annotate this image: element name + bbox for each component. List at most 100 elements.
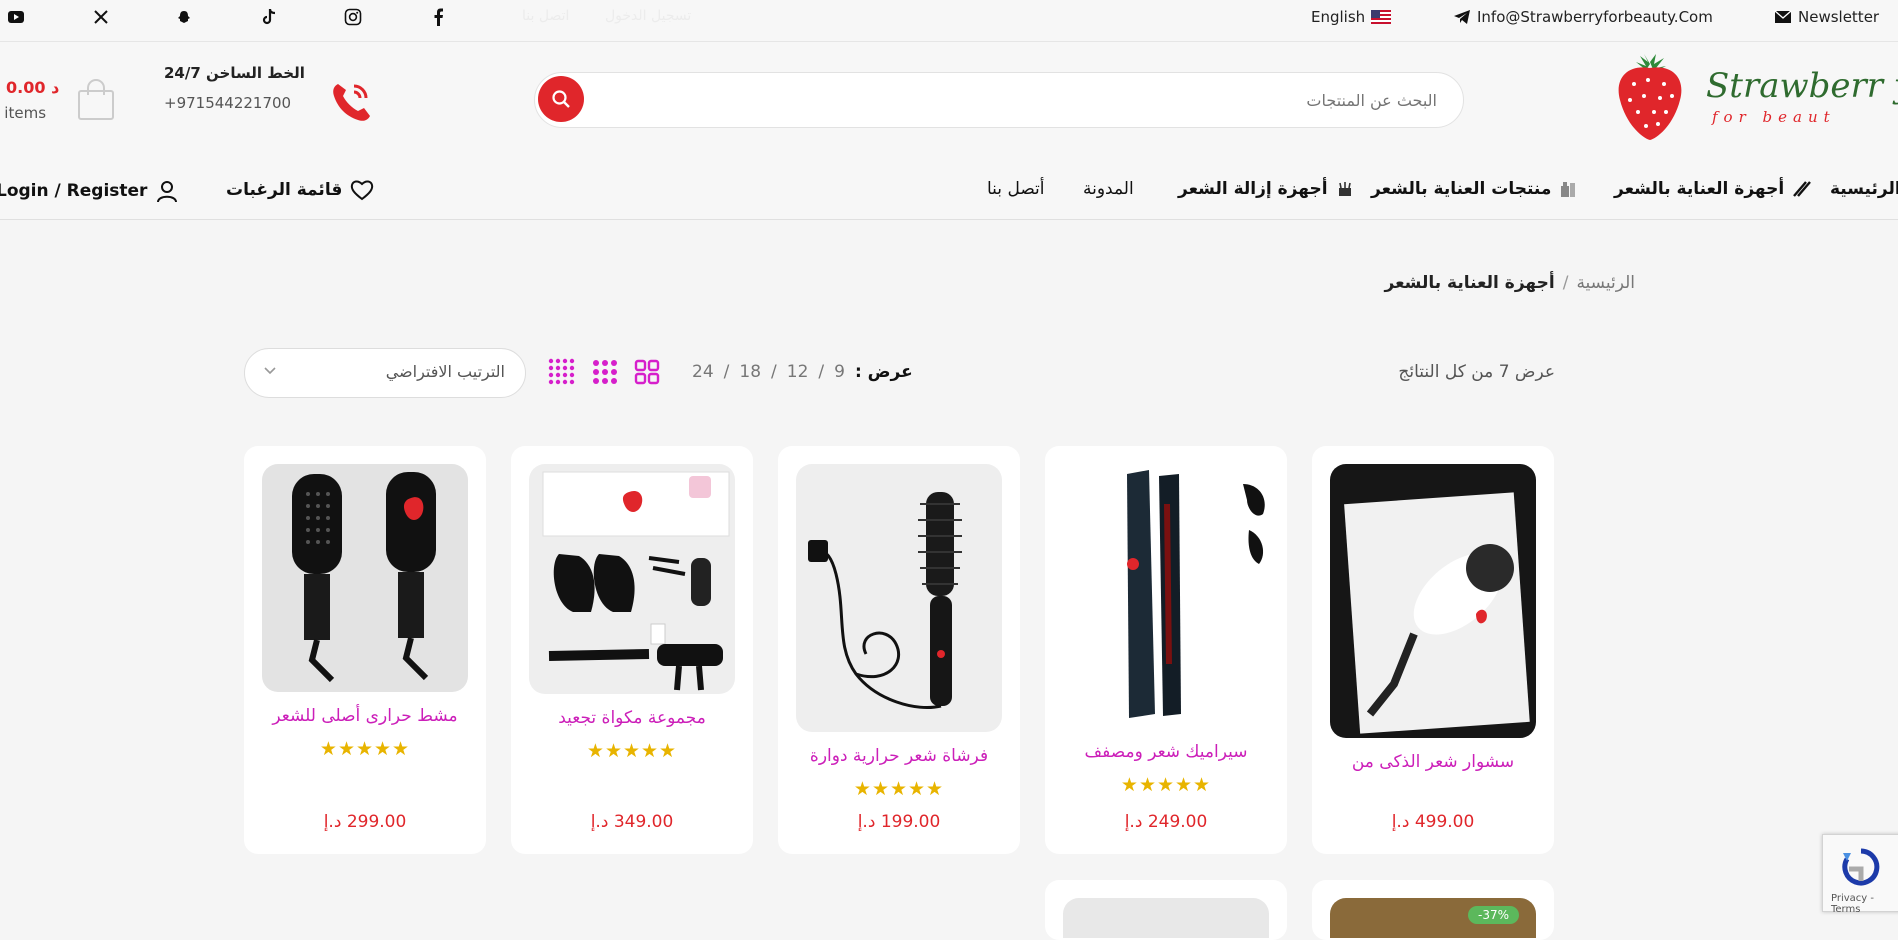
language-label: English: [1311, 8, 1366, 26]
nav-hair-devices[interactable]: أجهزة العناية بالشعر: [1614, 179, 1812, 199]
hotline-title: الخط الساخن 24/7: [164, 64, 305, 82]
hair-removal-icon: [1338, 182, 1351, 196]
newsletter-link[interactable]: Newsletter: [1774, 8, 1879, 26]
language-switcher[interactable]: English: [1311, 8, 1392, 26]
product-title[interactable]: سيراميك شعر ومصفف: [1045, 742, 1287, 762]
product-price: 199.00 د.إ: [857, 812, 941, 832]
logo-tagline: for beaut: [1712, 108, 1836, 126]
instagram-icon[interactable]: [343, 7, 363, 27]
breadcrumb-home[interactable]: الرئيسية: [1576, 273, 1635, 293]
rating-stars: ★★★★★: [1120, 774, 1212, 796]
breadcrumb: الرئيسية / أجهزة العناية بالشعر: [1385, 273, 1636, 293]
search-input[interactable]: [635, 73, 1439, 127]
grid-2-columns-icon[interactable]: [634, 359, 660, 385]
search-bar: [534, 72, 1464, 128]
telegram-icon: [1454, 10, 1470, 24]
show-label: عرض :: [854, 362, 913, 382]
email-link[interactable]: Info@Strawberryforbeauty.Com: [1453, 8, 1713, 26]
tiktok-icon[interactable]: [259, 7, 279, 27]
per-page-sep-1: /: [818, 362, 825, 382]
nav-contact-label: أتصل بنا: [987, 179, 1045, 199]
search-icon: [552, 90, 570, 108]
per-page-sep-2: /: [771, 362, 777, 382]
grid-4-columns-icon[interactable]: [548, 358, 576, 386]
nav-hair-removal[interactable]: أجهزة إزالة الشعر: [1178, 179, 1354, 199]
email-text: Info@Strawberryforbeauty.Com: [1477, 8, 1713, 26]
product-title[interactable]: مشط حرارى أصلى للشعر: [244, 706, 486, 726]
shopping-bag-icon[interactable]: [76, 79, 116, 121]
nav-blog-label: المدونة: [1083, 179, 1134, 199]
product-card[interactable]: سشوار شعر الذكى من 499.00 د.إ: [1312, 446, 1554, 854]
product-price: 499.00 د.إ: [1391, 812, 1475, 832]
faded-link-2[interactable]: تسجيل الدخول: [605, 8, 691, 24]
sort-value: الترتيب الافتراضي: [385, 362, 505, 381]
cart-items-count[interactable]: 0 items: [0, 104, 46, 122]
chevron-down-icon: [264, 367, 276, 375]
product-price: 249.00 د.إ: [1124, 812, 1208, 832]
product-image[interactable]: [529, 464, 735, 694]
product-card-partial[interactable]: -37%: [1312, 880, 1554, 940]
nav-hair-removal-label: أجهزة إزالة الشعر: [1178, 179, 1328, 199]
rating-stars: ★★★★★: [319, 738, 411, 760]
breadcrumb-current: أجهزة العناية بالشعر: [1384, 273, 1555, 293]
product-image[interactable]: [1330, 464, 1536, 738]
product-image[interactable]: [1063, 898, 1269, 938]
site-logo[interactable]: Strawberr y for beaut: [1614, 52, 1898, 142]
per-page-12[interactable]: 12: [787, 362, 809, 382]
product-title[interactable]: سشوار شعر الذكى من: [1312, 752, 1554, 772]
product-price: 299.00 د.إ: [323, 812, 407, 832]
product-card[interactable]: فرشاة شعر حرارية دوارة ★★★★★ 199.00 د.إ: [778, 446, 1020, 854]
product-title[interactable]: فرشاة شعر حرارية دوارة: [778, 746, 1020, 766]
per-page-sep-3: /: [723, 362, 730, 382]
per-page-18[interactable]: 18: [739, 362, 761, 382]
snapchat-icon[interactable]: [174, 7, 194, 27]
x-twitter-icon[interactable]: [91, 7, 111, 27]
strawberry-logo-icon: [1618, 54, 1682, 140]
per-page-selector: 24 / 18 / 12 / 9 عرض :: [692, 362, 913, 382]
envelope-icon: [1774, 10, 1792, 23]
product-card[interactable]: مشط حرارى أصلى للشعر ★★★★★ 299.00 د.إ: [244, 446, 486, 854]
grid-3-columns-icon[interactable]: [592, 359, 618, 385]
per-page-9[interactable]: 9: [834, 362, 845, 382]
hair-straightener-icon: [1793, 181, 1812, 197]
breadcrumb-separator: /: [1562, 273, 1569, 293]
nav-home-label: الرئيسية: [1830, 179, 1898, 199]
nav-hair-products[interactable]: منتجات العناية بالشعر: [1371, 179, 1577, 199]
nav-contact[interactable]: أتصل بنا: [987, 179, 1045, 199]
product-card[interactable]: مجموعة مكواة تجعيد ★★★★★ 349.00 د.إ: [511, 446, 753, 854]
grid-view-switcher: [548, 358, 660, 386]
user-icon: [157, 181, 178, 203]
product-image[interactable]: [1063, 464, 1269, 728]
rating-stars: ★★★★★: [853, 778, 945, 800]
wishlist-link[interactable]: قائمة الرغبات: [226, 179, 374, 201]
cart-currency: د: [51, 78, 60, 97]
product-title[interactable]: مجموعة مكواة تجعيد: [511, 708, 753, 728]
discount-badge: -37%: [1468, 906, 1520, 924]
product-image[interactable]: [796, 464, 1002, 732]
product-card[interactable]: سيراميك شعر ومصفف ★★★★★ 249.00 د.إ: [1045, 446, 1287, 854]
nav-home[interactable]: الرئيسية: [1830, 179, 1898, 199]
sort-dropdown[interactable]: الترتيب الافتراضي: [244, 348, 526, 398]
nav-blog[interactable]: المدونة: [1083, 179, 1134, 199]
search-button[interactable]: [538, 76, 584, 122]
hotline-number[interactable]: +971544221700: [164, 94, 291, 112]
login-register-link[interactable]: Login / Register: [0, 179, 179, 203]
faded-link-1[interactable]: اتصل بنا: [522, 8, 569, 24]
facebook-icon[interactable]: [428, 7, 448, 27]
hair-product-icon: [1561, 182, 1576, 197]
top-bar: اتصل بنا تسجيل الدخول English Info@Straw…: [0, 0, 1898, 42]
rating-stars: ★★★★★: [586, 740, 678, 762]
newsletter-text: Newsletter: [1798, 8, 1880, 26]
logo-text: Strawberr y: [1706, 66, 1898, 106]
us-flag-icon: [1371, 10, 1392, 24]
recaptcha-badge[interactable]: Privacy - Terms: [1822, 834, 1898, 915]
product-image[interactable]: [262, 464, 468, 692]
youtube-icon[interactable]: [6, 7, 26, 27]
recaptcha-terms[interactable]: Privacy - Terms: [1831, 893, 1898, 915]
product-card-partial[interactable]: [1045, 880, 1287, 940]
cart-total[interactable]: 0.00 د: [6, 78, 59, 97]
recaptcha-icon: [1842, 848, 1880, 886]
heart-icon: [351, 180, 374, 201]
per-page-24[interactable]: 24: [692, 362, 714, 382]
nav-hair-devices-label: أجهزة العناية بالشعر: [1614, 179, 1785, 199]
